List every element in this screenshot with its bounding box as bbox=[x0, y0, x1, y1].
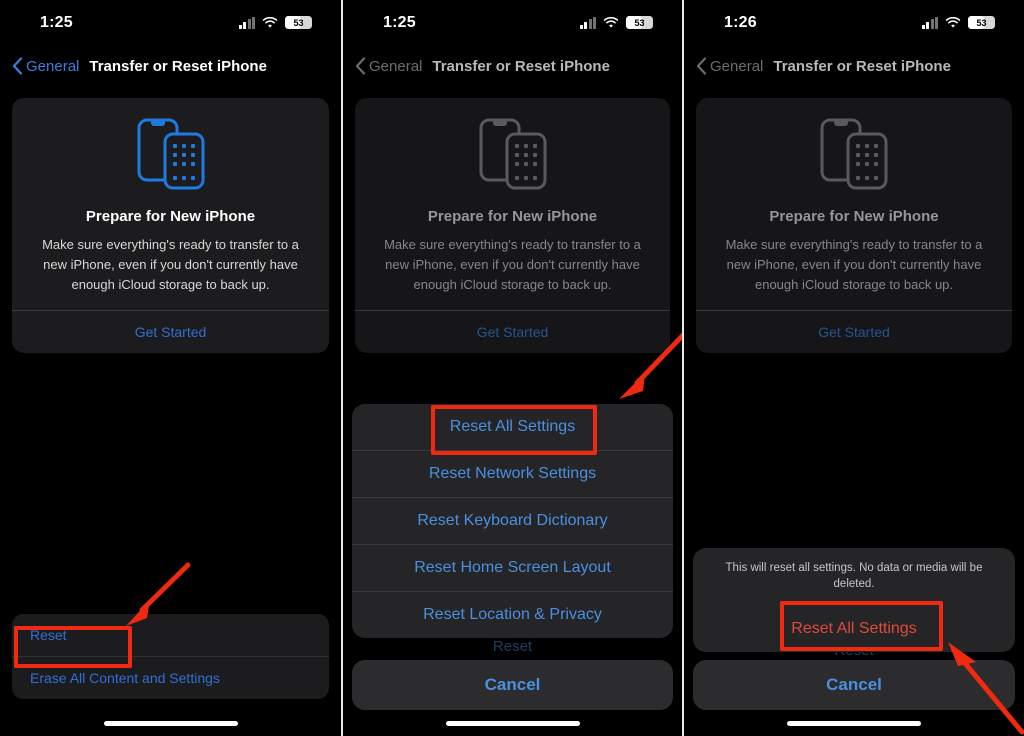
battery-percent: 53 bbox=[976, 17, 987, 28]
reset-options-group: Reset Erase All Content and Settings bbox=[12, 614, 329, 699]
status-indicators: 53 bbox=[579, 16, 657, 30]
sheet-option-reset-all-settings[interactable]: Reset All Settings bbox=[352, 404, 673, 450]
confirm-reset-all-settings-button[interactable]: Reset All Settings bbox=[693, 606, 1015, 652]
back-label: General bbox=[369, 57, 423, 75]
card-title: Prepare for New iPhone bbox=[769, 208, 939, 225]
wifi-icon bbox=[945, 17, 961, 29]
panel-divider-2 bbox=[682, 0, 684, 736]
obscured-reset-row: Reset bbox=[492, 638, 533, 655]
get-started-button[interactable]: Get Started bbox=[26, 311, 315, 353]
battery-percent: 53 bbox=[634, 17, 645, 28]
prepare-new-iphone-card: Prepare for New iPhone Make sure everyth… bbox=[696, 98, 1012, 354]
page-title: Transfer or Reset iPhone bbox=[89, 57, 267, 75]
cellular-signal-icon bbox=[238, 17, 255, 29]
home-indicator bbox=[787, 721, 921, 726]
back-button[interactable]: General bbox=[696, 57, 763, 75]
chevron-left-icon bbox=[696, 57, 707, 75]
nav-bar: General Transfer or Reset iPhone bbox=[684, 46, 1024, 86]
home-indicator bbox=[445, 721, 580, 726]
back-button[interactable]: General bbox=[12, 57, 79, 75]
sheet-cancel-button[interactable]: Cancel bbox=[693, 660, 1015, 710]
back-button[interactable]: General bbox=[355, 57, 422, 75]
status-time: 1:25 bbox=[40, 14, 73, 31]
status-bar: 1:26 53 bbox=[684, 0, 1024, 46]
nav-bar: General Transfer or Reset iPhone bbox=[0, 46, 341, 86]
phone-screen-step-2: 1:25 53 General Transfer or Reset iPhone… bbox=[343, 0, 682, 736]
battery-icon: 53 bbox=[626, 16, 656, 30]
card-title: Prepare for New iPhone bbox=[427, 208, 598, 225]
status-time: 1:26 bbox=[724, 14, 757, 31]
status-bar: 1:25 53 bbox=[0, 0, 341, 46]
page-title: Transfer or Reset iPhone bbox=[773, 57, 951, 75]
phone-screen-step-1: 1:25 53 General Transfer or Reset iPhone… bbox=[0, 0, 341, 736]
settings-row-erase-all[interactable]: Erase All Content and Settings bbox=[12, 656, 329, 699]
sheet-option-reset-location-privacy[interactable]: Reset Location & Privacy bbox=[352, 591, 673, 638]
battery-percent: 53 bbox=[293, 17, 304, 28]
page-title: Transfer or Reset iPhone bbox=[432, 57, 610, 75]
prepare-new-iphone-card: Prepare for New iPhone Make sure everyth… bbox=[355, 98, 670, 354]
confirm-message: This will reset all settings. No data or… bbox=[725, 562, 983, 591]
panel-divider-1 bbox=[341, 0, 343, 736]
sheet-option-reset-keyboard-dictionary[interactable]: Reset Keyboard Dictionary bbox=[352, 497, 673, 544]
back-label: General bbox=[710, 57, 764, 75]
card-description: Make sure everything's ready to transfer… bbox=[42, 237, 299, 292]
card-description: Make sure everything's ready to transfer… bbox=[384, 237, 641, 292]
cellular-signal-icon bbox=[921, 17, 938, 29]
status-time: 1:25 bbox=[383, 14, 416, 31]
battery-icon: 53 bbox=[968, 16, 998, 30]
wifi-icon bbox=[603, 17, 619, 29]
status-indicators: 53 bbox=[238, 16, 316, 30]
settings-row-reset[interactable]: Reset bbox=[12, 614, 329, 656]
nav-bar: General Transfer or Reset iPhone bbox=[343, 46, 682, 86]
phone-screen-step-3: 1:26 53 General Transfer or Reset iPhone… bbox=[684, 0, 1024, 736]
battery-icon: 53 bbox=[285, 16, 315, 30]
get-started-button[interactable]: Get Started bbox=[369, 311, 656, 353]
reset-action-sheet: Reset All Settings Reset Network Setting… bbox=[352, 404, 673, 638]
reset-confirm-sheet: This will reset all settings. No data or… bbox=[693, 548, 1015, 652]
two-iphones-icon bbox=[369, 116, 656, 192]
home-indicator bbox=[103, 721, 238, 726]
chevron-left-icon bbox=[355, 57, 366, 75]
cellular-signal-icon bbox=[579, 17, 596, 29]
card-description: Make sure everything's ready to transfer… bbox=[725, 237, 983, 292]
sheet-option-reset-home-screen-layout[interactable]: Reset Home Screen Layout bbox=[352, 544, 673, 591]
status-indicators: 53 bbox=[921, 16, 999, 30]
sheet-option-reset-network-settings[interactable]: Reset Network Settings bbox=[352, 450, 673, 497]
card-title: Prepare for New iPhone bbox=[85, 208, 256, 225]
two-iphones-icon bbox=[710, 116, 998, 192]
back-label: General bbox=[26, 57, 80, 75]
sheet-cancel-button[interactable]: Cancel bbox=[352, 660, 673, 710]
screenshot-stage: 1:25 53 General Transfer or Reset iPhone… bbox=[0, 0, 1024, 736]
wifi-icon bbox=[262, 17, 278, 29]
status-bar: 1:25 53 bbox=[343, 0, 682, 46]
get-started-button[interactable]: Get Started bbox=[710, 311, 998, 353]
chevron-left-icon bbox=[12, 57, 23, 75]
prepare-new-iphone-card: Prepare for New iPhone Make sure everyth… bbox=[12, 98, 329, 354]
two-iphones-icon bbox=[26, 116, 315, 192]
